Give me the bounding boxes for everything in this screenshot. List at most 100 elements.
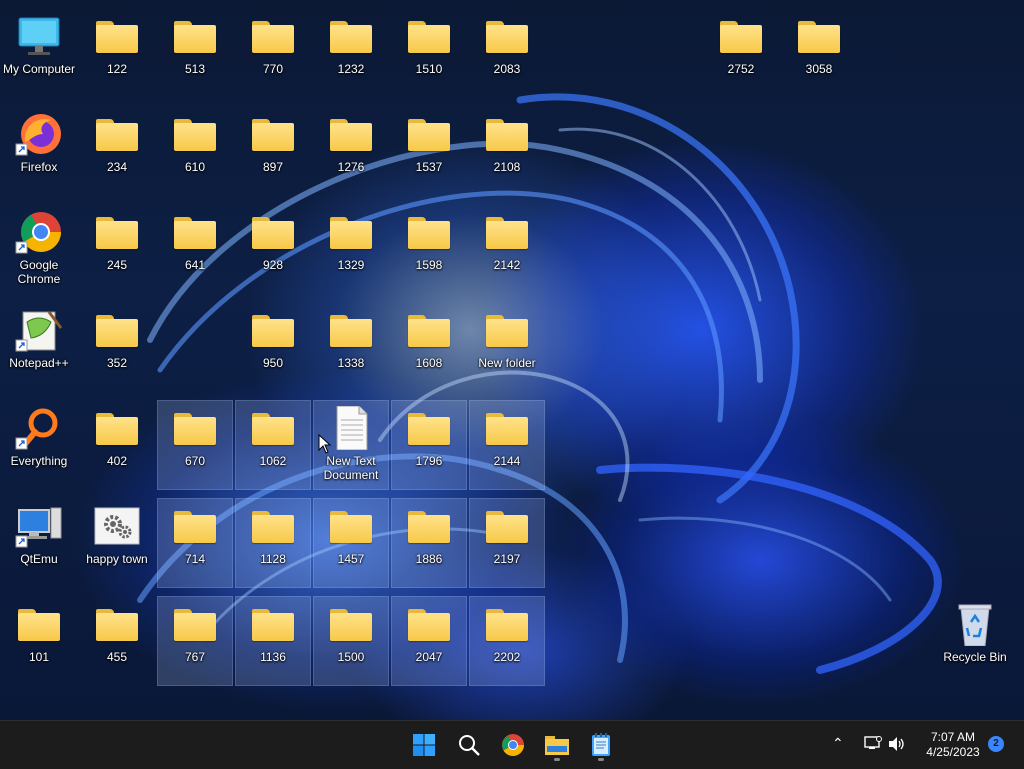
desktop-icon-notepadpp[interactable]: Notepad++ bbox=[1, 302, 77, 392]
computer-icon bbox=[18, 17, 60, 55]
desktop-folder[interactable]: 1338 bbox=[313, 302, 389, 392]
desktop-folder[interactable]: 2083 bbox=[469, 8, 545, 98]
desktop-folder-label: 1128 bbox=[260, 552, 286, 566]
desktop-folder[interactable]: 1457 bbox=[313, 498, 389, 588]
desktop-folder[interactable]: 770 bbox=[235, 8, 311, 98]
notepad-icon bbox=[592, 733, 610, 756]
desktop-folder[interactable]: 101 bbox=[1, 596, 77, 686]
desktop-icon-chrome[interactable]: Google Chrome bbox=[1, 204, 77, 294]
desktop-folder[interactable]: 928 bbox=[235, 204, 311, 294]
desktop-icon-recycle-bin[interactable]: Recycle Bin bbox=[937, 596, 1013, 686]
desktop-folder[interactable]: 513 bbox=[157, 8, 233, 98]
desktop-icon-firefox[interactable]: Firefox bbox=[1, 106, 77, 196]
folder-icon bbox=[96, 117, 138, 151]
volume-icon[interactable] bbox=[888, 736, 906, 752]
desktop-folder-label: 2142 bbox=[493, 258, 521, 272]
desktop-folder-label: 2047 bbox=[415, 650, 443, 664]
desktop-folder[interactable]: 670 bbox=[157, 400, 233, 490]
clock-time: 7:07 AM bbox=[930, 730, 976, 744]
windows-start-icon bbox=[413, 734, 435, 756]
desktop-icon-everything[interactable]: Everything bbox=[1, 400, 77, 490]
desktop-icon-label: Google Chrome bbox=[17, 258, 61, 286]
desktop-folder[interactable]: 1128 bbox=[235, 498, 311, 588]
desktop-folder[interactable]: 1276 bbox=[313, 106, 389, 196]
folder-icon bbox=[486, 509, 528, 543]
folder-icon bbox=[330, 509, 372, 543]
desktop-folder-label: 2144 bbox=[493, 454, 521, 468]
desktop-folder[interactable]: 1537 bbox=[391, 106, 467, 196]
desktop-folder[interactable]: 1796 bbox=[391, 400, 467, 490]
desktop-folder[interactable]: 352 bbox=[79, 302, 155, 392]
desktop-folder-label: 1886 bbox=[415, 552, 443, 566]
folder-icon bbox=[174, 19, 216, 53]
taskbar-notepad-button[interactable] bbox=[583, 727, 619, 763]
desktop-folder[interactable]: 402 bbox=[79, 400, 155, 490]
desktop-folder[interactable]: 245 bbox=[79, 204, 155, 294]
desktop-folder[interactable]: 2197 bbox=[469, 498, 545, 588]
folder-icon bbox=[96, 411, 138, 445]
desktop-folder[interactable]: 1510 bbox=[391, 8, 467, 98]
folder-icon bbox=[486, 215, 528, 249]
taskbar-file-explorer-button[interactable] bbox=[539, 727, 575, 763]
desktop-folder[interactable]: 1329 bbox=[313, 204, 389, 294]
folder-icon bbox=[408, 509, 450, 543]
desktop-folder[interactable]: 1062 bbox=[235, 400, 311, 490]
folder-icon bbox=[174, 215, 216, 249]
folder-icon bbox=[486, 19, 528, 53]
desktop-folder-label: 2108 bbox=[493, 160, 521, 174]
desktop-folder[interactable]: 610 bbox=[157, 106, 233, 196]
desktop-folder[interactable]: 714 bbox=[157, 498, 233, 588]
desktop-icon-happy-town[interactable]: happy town bbox=[79, 498, 155, 588]
desktop-folder[interactable]: 2047 bbox=[391, 596, 467, 686]
desktop-icon-label: Everything bbox=[10, 454, 68, 468]
desktop-folder[interactable]: 1608 bbox=[391, 302, 467, 392]
system-clock[interactable]: 7:07 AM 4/25/2023 bbox=[918, 730, 988, 760]
desktop-icon-qtemu[interactable]: QtEmu bbox=[1, 498, 77, 588]
taskbar-chrome-button[interactable] bbox=[495, 727, 531, 763]
start-button[interactable] bbox=[406, 727, 442, 763]
desktop-folder[interactable]: 2202 bbox=[469, 596, 545, 686]
desktop-folder-label: 234 bbox=[106, 160, 128, 174]
desktop-folder[interactable]: 2144 bbox=[469, 400, 545, 490]
folder-icon bbox=[96, 215, 138, 249]
desktop-folder[interactable]: New folder bbox=[469, 302, 545, 392]
folder-icon bbox=[330, 117, 372, 151]
desktop-icon-label: QtEmu bbox=[20, 552, 58, 566]
folder-icon bbox=[174, 411, 216, 445]
folder-icon bbox=[18, 607, 60, 641]
desktop-folder[interactable]: 122 bbox=[79, 8, 155, 98]
folder-icon bbox=[408, 215, 450, 249]
network-icon[interactable] bbox=[864, 736, 882, 752]
clock-date: 4/25/2023 bbox=[926, 745, 980, 759]
desktop-folder-label: 402 bbox=[106, 454, 128, 468]
desktop-folder-label: 897 bbox=[262, 160, 284, 174]
desktop-folder[interactable]: 1136 bbox=[235, 596, 311, 686]
desktop-folder-label: 1796 bbox=[415, 454, 443, 468]
desktop-icon-my-computer[interactable]: My Computer bbox=[1, 8, 77, 98]
desktop-folder-label: 2202 bbox=[493, 650, 521, 664]
desktop-folder[interactable]: 2752 bbox=[703, 8, 779, 98]
desktop-folder[interactable]: 1598 bbox=[391, 204, 467, 294]
desktop-folder-label: 1500 bbox=[337, 650, 365, 664]
desktop-folder-label: 928 bbox=[262, 258, 284, 272]
search-button[interactable] bbox=[451, 727, 487, 763]
desktop-folder[interactable]: 2142 bbox=[469, 204, 545, 294]
desktop-folder[interactable]: 897 bbox=[235, 106, 311, 196]
desktop-folder[interactable]: 234 bbox=[79, 106, 155, 196]
desktop-folder[interactable]: 2108 bbox=[469, 106, 545, 196]
desktop-folder[interactable]: 1232 bbox=[313, 8, 389, 98]
desktop-folder[interactable]: 641 bbox=[157, 204, 233, 294]
desktop-folder-label: 1062 bbox=[259, 454, 287, 468]
desktop-folder[interactable]: 3058 bbox=[781, 8, 857, 98]
desktop-folder-label: 1232 bbox=[337, 62, 365, 76]
desktop-folder[interactable]: 1886 bbox=[391, 498, 467, 588]
desktop-icon-label: Firefox bbox=[20, 160, 58, 174]
folder-icon bbox=[330, 19, 372, 53]
desktop-folder[interactable]: 1500 bbox=[313, 596, 389, 686]
desktop-folder[interactable]: 455 bbox=[79, 596, 155, 686]
notification-badge[interactable]: 2 bbox=[988, 736, 1004, 752]
desktop-folder[interactable]: 767 bbox=[157, 596, 233, 686]
desktop-folder[interactable]: 950 bbox=[235, 302, 311, 392]
show-hidden-icons-chevron-icon[interactable]: ⌃ bbox=[832, 735, 844, 752]
desktop-icon-label: Recycle Bin bbox=[943, 650, 1007, 664]
